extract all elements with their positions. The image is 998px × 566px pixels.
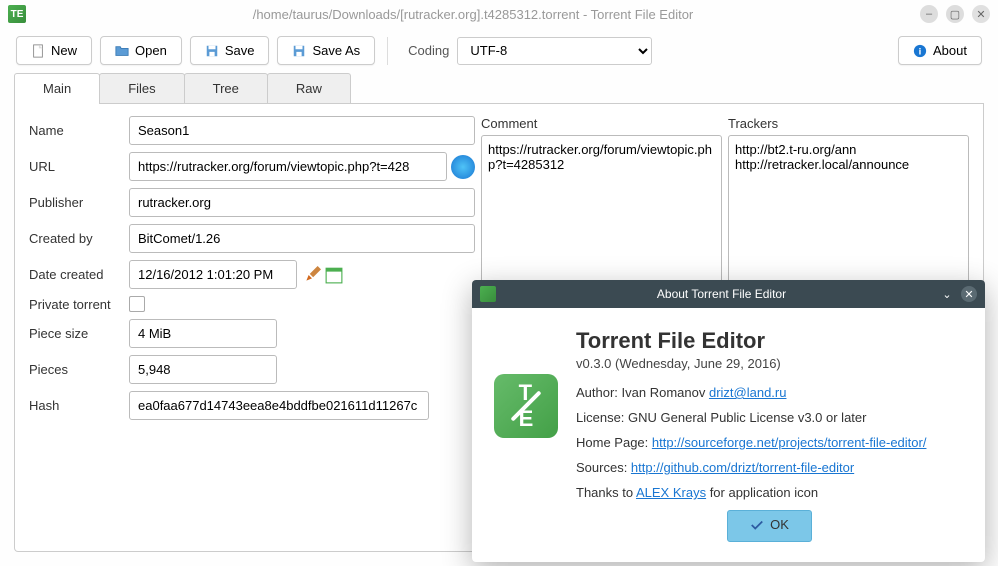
name-label: Name xyxy=(29,123,129,138)
dialog-app-icon xyxy=(480,286,496,302)
minimize-button[interactable]: ‒ xyxy=(920,5,938,23)
pieces-label: Pieces xyxy=(29,362,129,377)
dialog-minimize-icon[interactable]: ⌄ xyxy=(939,286,955,302)
about-author: Author: Ivan Romanov drizt@land.ru xyxy=(576,385,963,400)
file-icon xyxy=(31,44,45,58)
sources-link[interactable]: http://github.com/drizt/torrent-file-edi… xyxy=(631,460,854,475)
date-label: Date created xyxy=(29,267,129,282)
app-icon: TE xyxy=(8,5,26,23)
private-label: Private torrent xyxy=(29,297,129,312)
folder-open-icon xyxy=(115,44,129,58)
trackers-label: Trackers xyxy=(728,116,969,131)
dialog-close-icon[interactable]: ✕ xyxy=(961,286,977,302)
tab-files[interactable]: Files xyxy=(99,73,184,103)
close-button[interactable]: ✕ xyxy=(972,5,990,23)
about-sources: Sources: http://github.com/drizt/torrent… xyxy=(576,460,963,475)
about-button[interactable]: i About xyxy=(898,36,982,65)
publisher-label: Publisher xyxy=(29,195,129,210)
about-version: v0.3.0 (Wednesday, June 29, 2016) xyxy=(576,356,963,371)
hash-label: Hash xyxy=(29,398,129,413)
coding-label: Coding xyxy=(408,43,449,58)
save-button[interactable]: Save xyxy=(190,36,270,65)
save-icon xyxy=(205,44,219,58)
date-input[interactable] xyxy=(129,260,297,289)
createdby-label: Created by xyxy=(29,231,129,246)
ok-button[interactable]: OK xyxy=(727,510,812,542)
author-email-link[interactable]: drizt@land.ru xyxy=(709,385,787,400)
homepage-link[interactable]: http://sourceforge.net/projects/torrent-… xyxy=(652,435,927,450)
url-label: URL xyxy=(29,159,129,174)
check-icon xyxy=(750,518,764,532)
save-as-icon xyxy=(292,44,306,58)
about-license: License: GNU General Public License v3.0… xyxy=(576,410,963,425)
coding-select[interactable]: UTF-8 xyxy=(457,37,652,65)
brush-icon[interactable] xyxy=(303,266,321,284)
maximize-button[interactable]: ▢ xyxy=(946,5,964,23)
name-input[interactable] xyxy=(129,116,475,145)
publisher-input[interactable] xyxy=(129,188,475,217)
open-button[interactable]: Open xyxy=(100,36,182,65)
url-input[interactable] xyxy=(129,152,447,181)
comment-label: Comment xyxy=(481,116,722,131)
svg-text:i: i xyxy=(919,46,922,57)
tab-tree[interactable]: Tree xyxy=(184,73,268,103)
globe-icon[interactable] xyxy=(451,155,475,179)
new-button[interactable]: New xyxy=(16,36,92,65)
createdby-input[interactable] xyxy=(129,224,475,253)
private-checkbox[interactable] xyxy=(129,296,145,312)
calendar-icon[interactable] xyxy=(325,266,343,284)
app-logo-icon: TE xyxy=(494,374,558,438)
about-app-name: Torrent File Editor xyxy=(576,328,963,354)
info-icon: i xyxy=(913,44,927,58)
tab-raw[interactable]: Raw xyxy=(267,73,351,103)
about-dialog: About Torrent File Editor ⌄ ✕ TE Torrent… xyxy=(472,280,985,562)
piece-size-input[interactable] xyxy=(129,319,277,348)
piece-size-label: Piece size xyxy=(29,326,129,341)
tab-main[interactable]: Main xyxy=(14,73,100,103)
save-as-button[interactable]: Save As xyxy=(277,36,375,65)
thanks-link[interactable]: ALEX Krays xyxy=(636,485,706,500)
window-title: /home/taurus/Downloads/[rutracker.org].t… xyxy=(26,7,920,22)
about-thanks: Thanks to ALEX Krays for application ico… xyxy=(576,485,963,500)
pieces-input[interactable] xyxy=(129,355,277,384)
about-homepage: Home Page: http://sourceforge.net/projec… xyxy=(576,435,963,450)
hash-input[interactable] xyxy=(129,391,429,420)
dialog-title: About Torrent File Editor xyxy=(504,287,939,301)
